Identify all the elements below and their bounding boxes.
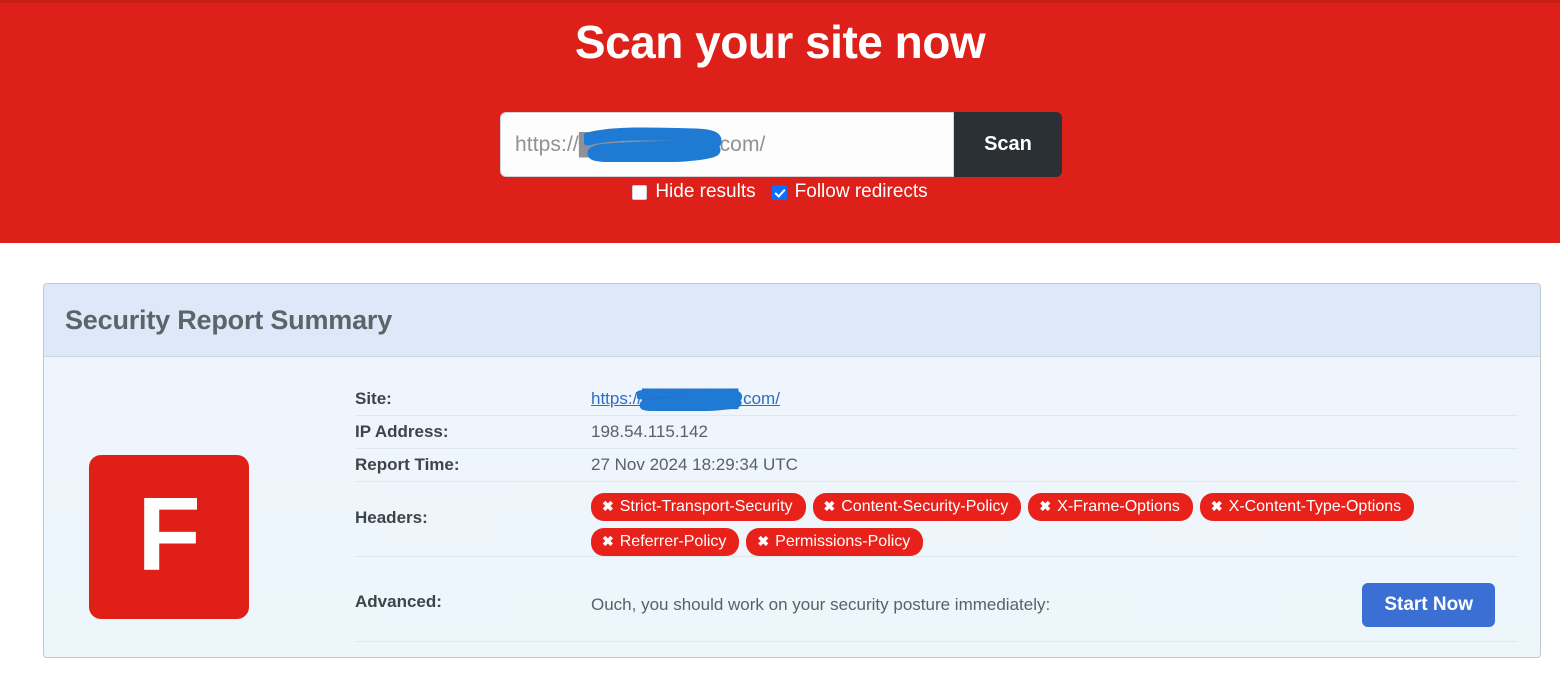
start-now-button[interactable]: Start Now [1362,583,1495,628]
hide-results-checkbox[interactable] [632,184,648,200]
missing-headers-list: ✖ Strict-Transport-Security ✖ Content-Se… [591,488,1451,557]
cross-icon: ✖ [823,498,836,515]
hide-results-option[interactable]: Hide results [632,181,756,203]
row-site: Site: https://████████.com/ [355,383,1518,416]
missing-header-badge[interactable]: ✖ Referrer-Policy [591,528,740,557]
card-title: Security Report Summary [65,304,393,335]
follow-redirects-option[interactable]: Follow redirects [771,181,928,203]
scan-form: https://█████████.com/ Scan [500,112,1062,177]
hero-banner: Scan your site now https://█████████.com… [0,0,1560,243]
missing-header-badge[interactable]: ✖ X-Frame-Options [1028,493,1193,522]
cross-icon: ✖ [757,533,770,550]
missing-header-badge[interactable]: ✖ Content-Security-Policy [812,493,1022,522]
report-time-value: 27 Nov 2024 18:29:34 UTC [591,455,798,474]
cross-icon: ✖ [1210,498,1223,515]
security-report-card: Security Report Summary F Site: https://… [43,283,1541,658]
site-value: https://████████.com/ [591,383,1518,411]
card-body: F Site: https://████████.com/ IP Address… [44,357,1540,657]
site-label: Site: [355,389,392,408]
cross-icon: ✖ [602,533,614,550]
cross-icon: ✖ [602,498,614,515]
ip-address-label: IP Address: [355,422,449,441]
url-input-value: https://█████████.com/ [515,132,766,156]
row-headers: Headers: ✖ Strict-Transport-Security ✖ C… [355,482,1518,558]
page-title: Scan your site now [574,16,986,68]
headers-label: Headers: [355,508,428,527]
row-report-time: Report Time: 27 Nov 2024 18:29:34 UTC [355,449,1518,482]
follow-redirects-checkbox[interactable] [771,184,787,200]
hide-results-label: Hide results [655,181,756,202]
row-ip-address: IP Address: 198.54.115.142 [355,416,1518,449]
row-advanced: Advanced: Ouch, you should work on your … [355,557,1518,643]
report-time-label: Report Time: [355,455,460,474]
missing-header-label: X-Frame-Options [1057,498,1180,515]
advanced-text: Ouch, you should work on your security p… [591,595,1051,615]
scan-button[interactable]: Scan [954,112,1062,177]
site-link[interactable]: https://████████.com/ [591,389,780,411]
missing-header-label: X-Content-Type-Options [1228,498,1402,515]
url-input[interactable]: https://█████████.com/ [500,112,954,177]
missing-header-badge[interactable]: ✖ Strict-Transport-Security [591,493,806,522]
ip-address-value: 198.54.115.142 [591,422,708,441]
card-header: Security Report Summary [44,284,1540,357]
missing-header-label: Referrer-Policy [619,533,727,551]
missing-header-label: Permissions-Policy [775,533,911,551]
advanced-label: Advanced: [355,592,442,612]
cross-icon: ✖ [1039,498,1052,515]
grade-letter: F [137,477,201,593]
grade-badge: F [89,455,249,619]
scan-options: Hide results Follow redirects [0,181,1560,203]
missing-header-badge[interactable]: ✖ X-Content-Type-Options [1199,493,1415,522]
missing-header-label: Content-Security-Policy [841,498,1009,515]
follow-redirects-label: Follow redirects [794,181,928,202]
advanced-value: Ouch, you should work on your security p… [591,557,1518,628]
site-link-text: https://████████.com/ [591,389,780,408]
missing-header-label: Strict-Transport-Security [619,498,793,515]
report-details: Site: https://████████.com/ IP Address: … [355,383,1518,643]
missing-header-badge[interactable]: ✖ Permissions-Policy [746,528,924,557]
headers-value: ✖ Strict-Transport-Security ✖ Content-Se… [591,482,1518,557]
